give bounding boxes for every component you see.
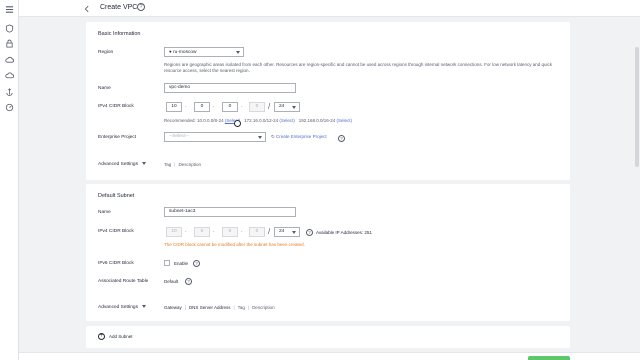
lock-icon[interactable] bbox=[3, 37, 16, 50]
subnet-name-label: Name bbox=[98, 210, 111, 215]
gateway-summary: Gateway bbox=[164, 305, 182, 310]
select-cidr-2-link[interactable]: (Select) bbox=[279, 118, 295, 123]
page-title: Create VPC bbox=[100, 4, 138, 11]
vpc-name-input[interactable]: vpc-demo bbox=[164, 83, 296, 93]
subnet-mask-select[interactable]: 24 bbox=[274, 227, 300, 237]
subnet-name-input[interactable]: subnet-1ac3 bbox=[164, 207, 296, 217]
route-table-value: Default bbox=[164, 279, 179, 284]
page-scrollbar[interactable] bbox=[634, 17, 640, 360]
dot-separator: · bbox=[241, 104, 243, 110]
ipv6-enable-checkbox[interactable] bbox=[164, 260, 170, 266]
cloud-outline-icon[interactable] bbox=[3, 69, 16, 82]
ipv6-help-icon[interactable]: ? bbox=[193, 260, 200, 267]
route-table-label: Associated Route Table bbox=[98, 279, 149, 284]
scrollbar-thumb[interactable] bbox=[635, 47, 639, 167]
section-title-subnet: Default Subnet bbox=[98, 193, 135, 199]
refresh-icon[interactable]: ↻ bbox=[271, 134, 275, 139]
cloud-icon[interactable] bbox=[3, 53, 16, 66]
subnet-octet-4: 0 bbox=[249, 227, 265, 237]
enterprise-project-select[interactable]: --Select-- bbox=[164, 132, 266, 142]
subnet-cidr-label: IPv4 CIDR Block bbox=[98, 229, 134, 234]
region-label: Region bbox=[98, 50, 114, 55]
ipv6-cidr-label: IPv6 CIDR Block bbox=[98, 261, 134, 266]
left-nav-rail bbox=[0, 0, 19, 360]
chevron-down-icon bbox=[142, 305, 147, 309]
advanced-settings-label: Advanced Settings bbox=[98, 162, 139, 167]
tag-summary: Tag bbox=[164, 162, 172, 167]
advanced-settings-toggle[interactable]: Advanced Settings bbox=[98, 162, 147, 167]
menu-icon[interactable] bbox=[3, 3, 16, 16]
create-enterprise-project[interactable]: ↻ Create Enterprise Project bbox=[271, 134, 327, 140]
dns-summary: DNS Server Address bbox=[188, 305, 231, 310]
dot-separator: · bbox=[185, 229, 187, 235]
description-summary: Description bbox=[252, 305, 275, 310]
select-cidr-3-link[interactable]: (Select) bbox=[337, 118, 353, 123]
default-subnet-card: Default Subnet Name subnet-1ac3 IPv4 CID… bbox=[86, 184, 570, 321]
chevron-down-icon bbox=[142, 162, 147, 166]
slash-separator: / bbox=[268, 227, 271, 236]
slash-separator: / bbox=[268, 102, 271, 111]
recommended-cidr-2: 172.16.0.0/12-24 bbox=[244, 118, 279, 123]
subnet-mask-value: 24 bbox=[279, 229, 285, 234]
region-hint: Regions are geographic areas isolated fr… bbox=[164, 62, 552, 73]
description-summary: Description bbox=[178, 162, 201, 167]
section-title-basic: Basic Information bbox=[98, 31, 141, 37]
subnet-octet-3[interactable]: 0 bbox=[222, 227, 238, 237]
create-now-button[interactable] bbox=[528, 356, 570, 360]
recommended-cidrs: Recommended: 10.0.0.0/8-24 (Select) 172.… bbox=[164, 118, 352, 123]
cidr-octet-3[interactable]: 0 bbox=[222, 102, 238, 112]
ipv4-cidr-label: IPv4 CIDR Block bbox=[98, 104, 134, 109]
page-footer bbox=[19, 352, 640, 360]
cidr-help-icon[interactable]: ? bbox=[306, 229, 313, 236]
page-header: Create VPC ? bbox=[19, 0, 640, 17]
recommended-label: Recommended: bbox=[164, 118, 196, 123]
chevron-down-icon bbox=[258, 136, 262, 139]
ipv6-enable-label: Enable bbox=[174, 261, 189, 266]
create-enterprise-project-link[interactable]: Create Enterprise Project bbox=[276, 134, 327, 139]
gauge-icon[interactable] bbox=[3, 101, 16, 114]
cidr-mask-select[interactable]: 24 bbox=[274, 102, 300, 112]
add-subnet-link[interactable]: Add Subnet bbox=[109, 334, 133, 339]
route-help-icon[interactable]: ? bbox=[185, 278, 192, 285]
dot-separator: · bbox=[213, 104, 215, 110]
add-subnet-card[interactable]: + Add Subnet bbox=[86, 326, 570, 348]
chevron-down-icon bbox=[236, 51, 240, 54]
subnet-advanced-toggle[interactable]: Advanced Settings bbox=[98, 305, 147, 310]
recommended-cidr-3: 192.168.0.0/16-24 bbox=[298, 118, 336, 123]
chevron-down-icon bbox=[292, 231, 296, 234]
region-value: ru-moscow bbox=[173, 50, 197, 55]
vpc-name-label: Name bbox=[98, 86, 111, 91]
back-arrow-icon[interactable] bbox=[82, 4, 91, 13]
subnet-octet-1: 10 bbox=[166, 227, 182, 237]
dot-separator: · bbox=[241, 229, 243, 235]
cidr-octet-4: 0 bbox=[249, 102, 265, 112]
enterprise-project-label: Enterprise Project bbox=[98, 135, 137, 140]
dot-separator: · bbox=[213, 229, 215, 235]
subnet-advanced-summary: Gateway | DNS Server Address | Tag | Descripti… bbox=[164, 305, 275, 310]
region-select[interactable]: ● ru-moscow bbox=[164, 47, 244, 57]
shield-icon[interactable] bbox=[3, 22, 16, 35]
cidr-warning-text: The CIDR block cannot be modified after … bbox=[164, 242, 305, 247]
cidr-mask-value: 24 bbox=[279, 104, 285, 109]
add-circle-icon[interactable]: + bbox=[98, 333, 105, 340]
advanced-summary: Tag | Description bbox=[164, 162, 201, 167]
subnet-advanced-label: Advanced Settings bbox=[98, 305, 139, 310]
anchor-icon[interactable] bbox=[3, 85, 16, 98]
enterprise-project-placeholder: --Select-- bbox=[169, 134, 189, 139]
available-ip-count: Available IP Addresses: 251 bbox=[316, 230, 372, 235]
enterprise-help-icon[interactable]: ? bbox=[338, 135, 345, 142]
basic-information-card: Basic Information Region ● ru-moscow Reg… bbox=[86, 22, 570, 180]
tag-summary: Tag bbox=[237, 305, 245, 310]
location-pin-icon: ● bbox=[169, 49, 172, 54]
subnet-octet-2: 0 bbox=[194, 227, 210, 237]
cidr-octet-2[interactable]: 0 bbox=[194, 102, 210, 112]
help-icon[interactable]: ? bbox=[137, 3, 145, 11]
cidr-octet-1[interactable]: 10 bbox=[166, 102, 182, 112]
dot-separator: · bbox=[185, 104, 187, 110]
recommended-cidr-1: 10.0.0.0/8-24 bbox=[197, 118, 224, 123]
mouse-cursor-icon bbox=[234, 120, 241, 127]
chevron-down-icon bbox=[292, 106, 296, 109]
